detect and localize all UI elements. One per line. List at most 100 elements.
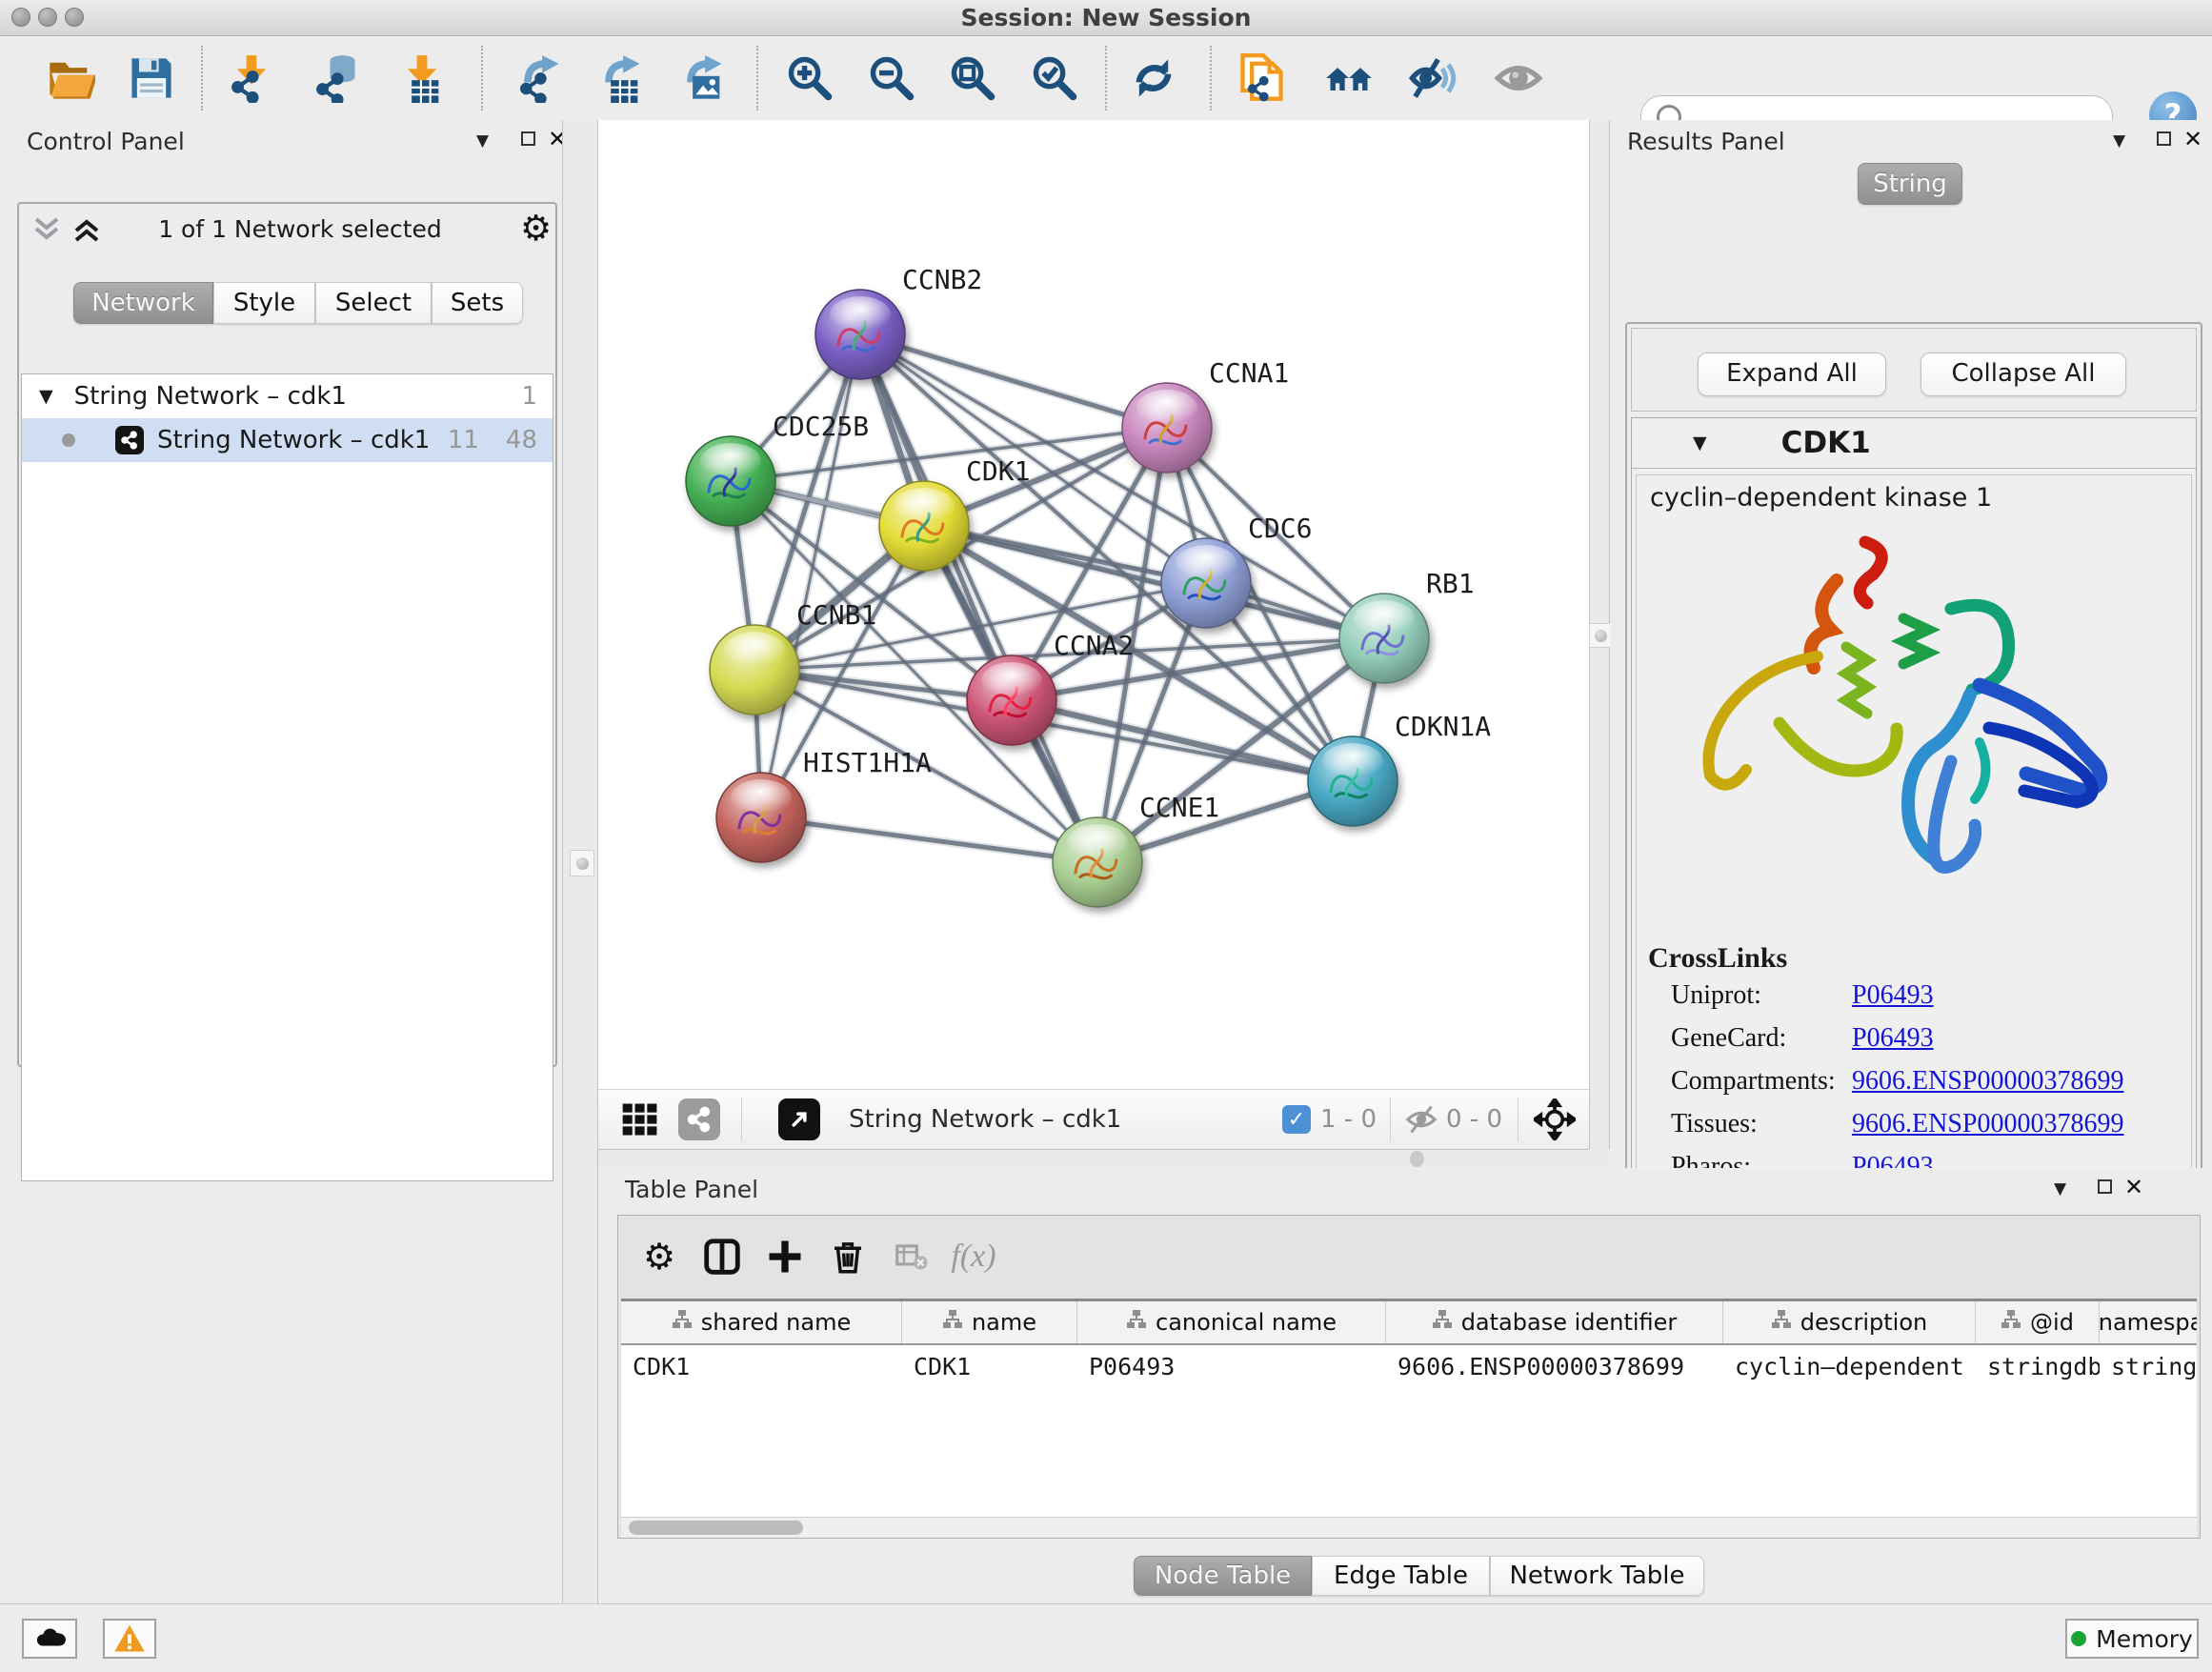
selected-count: 1 - 0 xyxy=(1320,1105,1377,1134)
expand-all-button[interactable]: Expand All xyxy=(1698,353,1886,396)
column-header-namespace[interactable]: namespace xyxy=(2100,1301,2197,1343)
share-network-icon[interactable] xyxy=(678,1098,720,1140)
collapse-all-networks-icon[interactable] xyxy=(29,212,65,253)
column-type-icon xyxy=(672,1309,693,1336)
crosslink-link[interactable]: P06493 xyxy=(1852,980,1934,1023)
control-panel-collapse-icon[interactable]: ▼ xyxy=(476,131,489,151)
export-network-icon[interactable] xyxy=(513,51,567,105)
node-CDK1[interactable] xyxy=(879,481,969,571)
table-panel-close-icon[interactable]: ✕ xyxy=(2124,1174,2143,1200)
expand-all-networks-icon[interactable] xyxy=(69,212,105,253)
node-CDC6[interactable] xyxy=(1161,538,1251,628)
hide-selected-icon[interactable] xyxy=(1405,51,1458,105)
pan-mode-icon[interactable] xyxy=(1534,1098,1576,1140)
network-row-label: String Network – cdk1 xyxy=(157,426,430,454)
selected-nodes-checkbox[interactable]: ✓ xyxy=(1282,1105,1311,1134)
collapse-all-button[interactable]: Collapse All xyxy=(1920,353,2126,396)
crosslink-link[interactable]: P06493 xyxy=(1852,1023,1934,1066)
column-header-shared-name[interactable]: shared name xyxy=(621,1301,902,1343)
zoom-in-icon[interactable] xyxy=(783,51,836,105)
table-cell[interactable]: P06493 xyxy=(1077,1345,1386,1387)
table-options-gear-icon[interactable]: ⚙ xyxy=(628,1236,691,1278)
import-network-icon[interactable] xyxy=(225,51,278,105)
network-options-gear-icon[interactable]: ⚙ xyxy=(520,208,552,249)
window-minimize-button[interactable] xyxy=(38,8,57,27)
node-CCNE1[interactable] xyxy=(1053,817,1142,907)
node-CCNA2[interactable] xyxy=(967,655,1056,745)
birdseye-grid-icon[interactable] xyxy=(619,1098,661,1140)
cloud-status-button[interactable] xyxy=(22,1619,77,1659)
tab-sets[interactable]: Sets xyxy=(432,282,523,324)
create-column-icon[interactable] xyxy=(754,1236,816,1278)
results-panel-collapse-icon[interactable]: ▼ xyxy=(2113,131,2125,151)
detach-view-icon[interactable] xyxy=(778,1098,820,1140)
export-image-icon[interactable] xyxy=(676,51,730,105)
import-database-icon[interactable] xyxy=(310,51,363,105)
tree-expander-icon[interactable]: ▼ xyxy=(39,386,53,407)
node-table[interactable]: shared namenamecanonical namedatabase id… xyxy=(621,1299,2197,1520)
tab-select[interactable]: Select xyxy=(315,282,432,324)
zoom-selected-icon[interactable] xyxy=(1028,51,1081,105)
column-header--id[interactable]: @id xyxy=(1976,1301,2100,1343)
show-columns-icon[interactable] xyxy=(691,1235,754,1279)
table-hscrollbar[interactable] xyxy=(621,1517,2197,1538)
column-type-icon xyxy=(2001,1309,2021,1336)
tab-network[interactable]: Network xyxy=(73,282,213,324)
refresh-layout-icon[interactable] xyxy=(1127,51,1180,105)
node-RB1[interactable] xyxy=(1339,594,1429,683)
tab-string[interactable]: String xyxy=(1858,163,1962,205)
node-CCNB1[interactable] xyxy=(710,625,799,715)
zoom-out-icon[interactable] xyxy=(865,51,918,105)
import-table-icon[interactable] xyxy=(395,51,449,105)
tab-edge-table[interactable]: Edge Table xyxy=(1312,1556,1490,1596)
crosslink-link[interactable]: 9606.ENSP00000378699 xyxy=(1852,1109,2123,1152)
export-table-icon[interactable] xyxy=(594,51,648,105)
table-row[interactable]: CDK1CDK1P064939606.ENSP00000378699cyclin… xyxy=(621,1345,2197,1387)
table-cell[interactable]: CDK1 xyxy=(621,1345,902,1387)
node-HIST1H1A[interactable] xyxy=(716,773,806,862)
table-panel-collapse-icon[interactable]: ▼ xyxy=(2054,1179,2066,1199)
tab-style[interactable]: Style xyxy=(213,282,315,324)
gene-expander-icon[interactable]: ▼ xyxy=(1693,433,1707,453)
tab-network-table[interactable]: Network Table xyxy=(1490,1556,1704,1596)
column-header-name[interactable]: name xyxy=(902,1301,1077,1343)
clone-network-icon[interactable] xyxy=(1236,51,1289,105)
results-panel-close-icon[interactable]: ✕ xyxy=(2183,126,2202,152)
node-CCNA1[interactable] xyxy=(1122,383,1212,473)
column-header-database-identifier[interactable]: database identifier xyxy=(1386,1301,1723,1343)
table-cell[interactable]: stringdb:9... xyxy=(1976,1345,2100,1387)
network-canvas[interactable]: CCNB2 CCNA1 CDC25B CDK1 CDC6 RB1 CCNB1 C… xyxy=(598,120,1589,1089)
show-all-icon[interactable] xyxy=(1492,51,1545,105)
column-header-canonical-name[interactable]: canonical name xyxy=(1077,1301,1386,1343)
node-CCNB2[interactable] xyxy=(815,290,905,379)
table-cell[interactable]: cyclin–dependent ... xyxy=(1723,1345,1976,1387)
left-splitter-grip[interactable] xyxy=(570,850,594,876)
node-CDKN1A[interactable] xyxy=(1308,736,1398,826)
warning-status-button[interactable] xyxy=(103,1619,156,1659)
results-panel-float-icon[interactable] xyxy=(2157,131,2171,146)
delete-column-icon[interactable] xyxy=(816,1237,879,1277)
first-neighbors-icon[interactable] xyxy=(1322,51,1376,105)
control-panel-float-icon[interactable] xyxy=(521,131,535,146)
column-header-description[interactable]: description xyxy=(1723,1301,1976,1343)
zoom-fit-icon[interactable] xyxy=(946,51,999,105)
node-CDC25B[interactable] xyxy=(686,436,775,526)
open-session-icon[interactable] xyxy=(44,51,97,105)
bottom-splitter-grip[interactable] xyxy=(1410,1151,1424,1167)
network-row-selected[interactable]: String Network – cdk1 11 48 xyxy=(22,418,553,462)
crosslink-link[interactable]: 9606.ENSP00000378699 xyxy=(1852,1066,2123,1109)
window-close-button[interactable] xyxy=(11,8,30,27)
table-cell[interactable]: 9606.ENSP00000378699 xyxy=(1386,1345,1723,1387)
left-splitter[interactable] xyxy=(562,120,598,1603)
window-zoom-button[interactable] xyxy=(65,8,84,27)
table-hscrollbar-thumb[interactable] xyxy=(629,1521,803,1535)
right-splitter[interactable] xyxy=(1589,120,1610,1168)
table-cell[interactable]: CDK1 xyxy=(902,1345,1077,1387)
network-collection-row[interactable]: ▼ String Network – cdk1 1 xyxy=(22,374,553,418)
tab-node-table[interactable]: Node Table xyxy=(1134,1556,1312,1596)
memory-button[interactable]: Memory xyxy=(2065,1619,2199,1659)
table-panel-float-icon[interactable] xyxy=(2098,1179,2112,1194)
right-splitter-grip[interactable] xyxy=(1589,623,1612,648)
table-cell[interactable]: stringdb xyxy=(2100,1345,2197,1387)
save-session-icon[interactable] xyxy=(125,51,178,105)
